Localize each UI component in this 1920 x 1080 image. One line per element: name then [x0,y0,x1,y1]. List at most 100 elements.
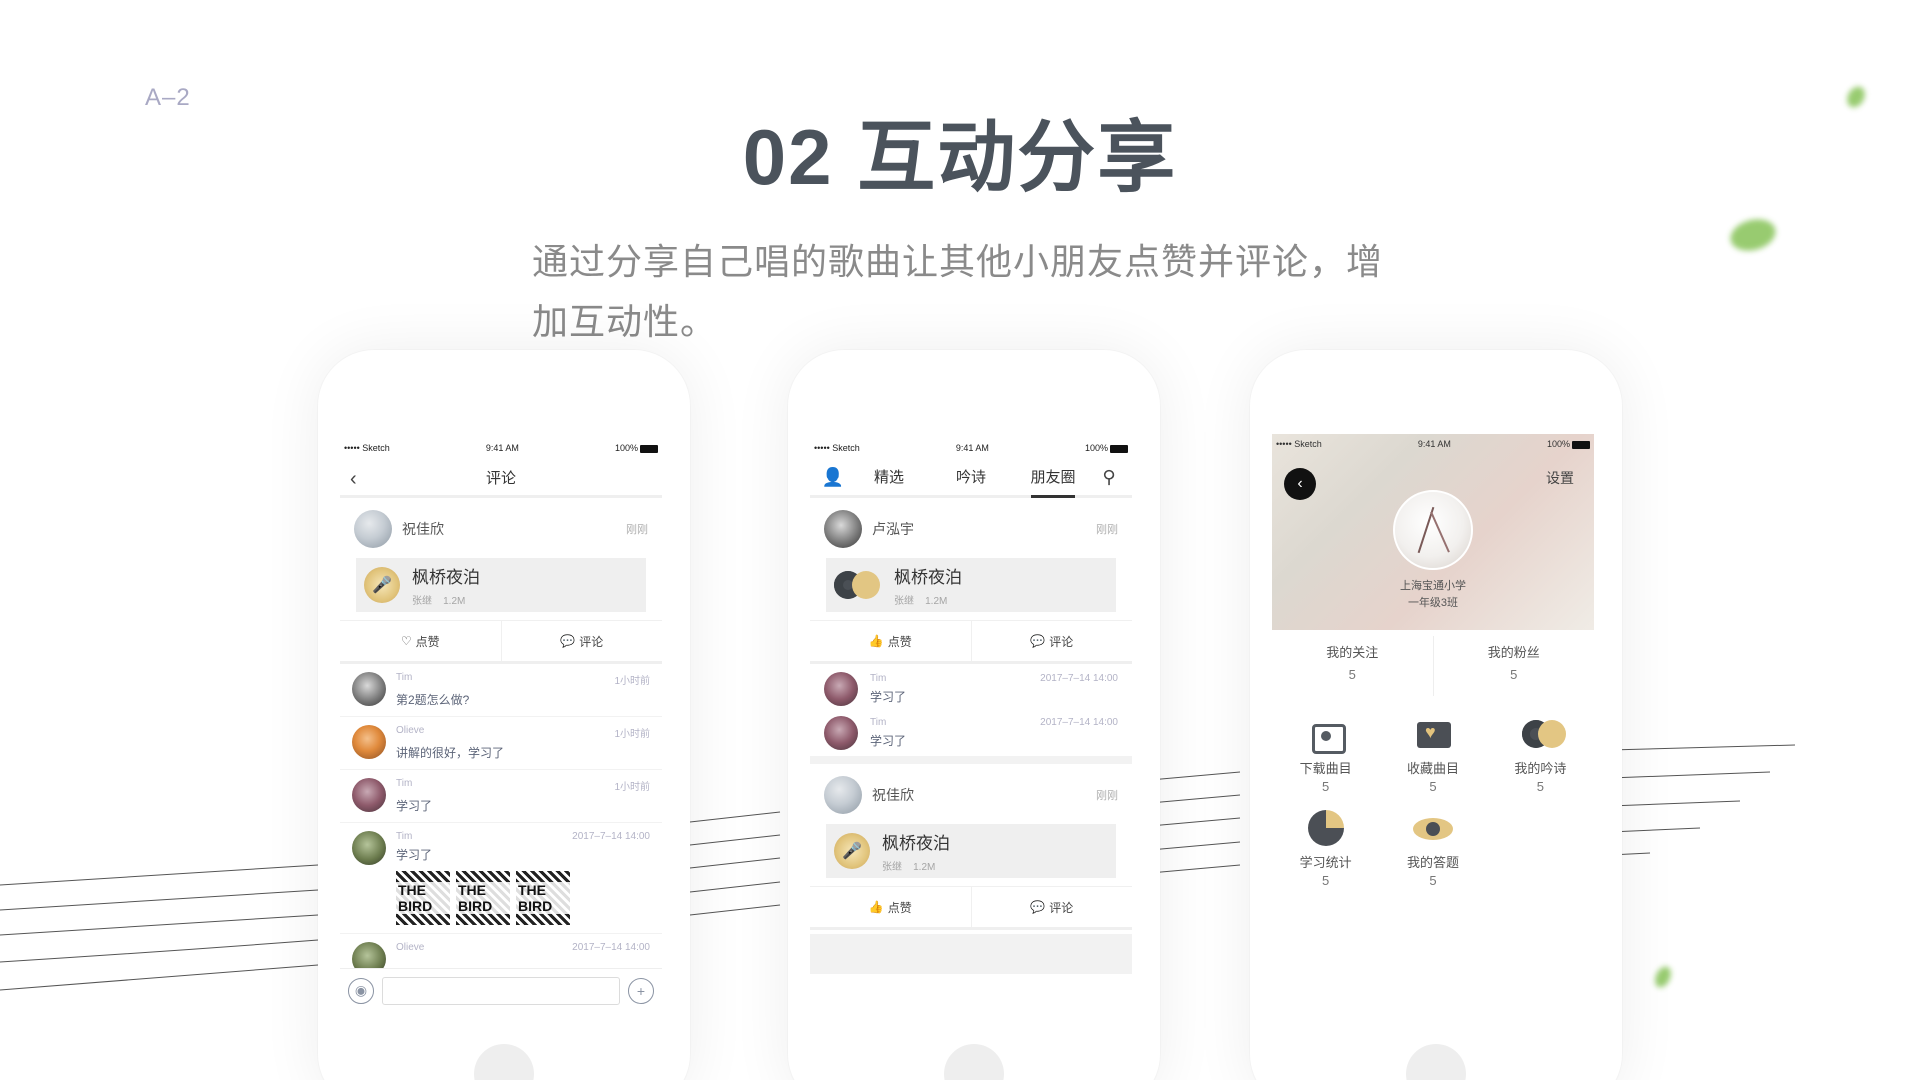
poem-disc-icon [1520,714,1567,754]
comment-button[interactable]: 💬 评论 [970,887,1133,927]
comment-item[interactable]: Tim 2017–7–14 14:00 学习了 [810,708,1132,752]
profile-header: ••••• Sketch 9:41 AM 100% ‹ 设置 上海宝通小学 一年… [1272,434,1594,630]
time-label: 9:41 AM [485,443,519,453]
my-answers-item[interactable]: 我的答题 5 [1379,808,1486,888]
post-user-name[interactable]: 祝佳欣 [872,785,1096,805]
comment-input-bar: ◉ + [340,968,662,1012]
profile-menu-grid: 下载曲目 5 收藏曲目 5 我的吟诗 5 学习统计 5 我的答题 5 [1272,714,1594,888]
profile-avatar[interactable] [1393,490,1473,570]
status-bar: ••••• Sketch 9:41 AM 100% [810,436,1132,460]
my-poems-item[interactable]: 我的吟诗 5 [1487,714,1594,794]
battery-label: 100% [1547,439,1590,449]
song-card[interactable]: 🎤 枫桥夜泊 张继 1.2M [356,558,646,612]
battery-icon [1572,440,1590,449]
avatar[interactable] [824,672,858,706]
home-button [944,1044,1004,1080]
pie-stats-icon [1306,808,1346,848]
followers-stat[interactable]: 我的粉丝 5 [1432,636,1595,696]
back-chevron-icon[interactable]: ‹ [350,468,357,491]
comment-images: THE BIRD THE BIRD THE BIRD [396,871,650,925]
post-actions: 👍 点赞 💬 评论 [810,886,1132,930]
study-stats-item[interactable]: 学习统计 5 [1272,808,1379,888]
post-user-name[interactable]: 卢泓宇 [872,519,1096,539]
phone-mockup-comments: ••••• Sketch 9:41 AM 100% ‹ 评论 祝佳欣 刚刚 🎤 … [318,350,690,1080]
thumbs-up-icon: 👍 [868,634,884,648]
battery-icon [1110,444,1128,453]
plus-icon[interactable]: + [628,977,654,1004]
comment-text: 讲解的很好，学习了 [396,746,505,760]
comment-item[interactable]: Tim 2017–7–14 14:00 学习了 THE BIRD THE BIRD… [340,823,662,934]
post-actions: ♡ 点赞 💬 评论 [340,620,662,664]
heart-icon: ♡ [400,634,412,648]
download-tracks-item[interactable]: 下载曲目 5 [1272,714,1379,794]
phone-mockup-feed: ••••• Sketch 9:41 AM 100% 👤 精选 吟诗 朋友圈 ⚲ … [788,350,1160,1080]
comment-image[interactable]: THE BIRD [396,871,450,925]
avatar[interactable] [824,510,862,548]
post-time: 刚刚 [626,524,648,536]
settings-button[interactable]: 设置 [1546,468,1574,488]
song-card[interactable]: 🎤 枫桥夜泊 张继 1.2M [826,824,1116,878]
tab-moments[interactable]: 朋友圈 [1012,459,1094,498]
comment-item[interactable]: Olieve 1小时前 讲解的很好，学习了 [340,717,662,770]
page-title: 02 互动分享 [742,113,1178,201]
carrier-label: ••••• Sketch [1276,439,1322,449]
voice-icon[interactable]: ◉ [348,977,374,1004]
back-circle-icon[interactable]: ‹ [1284,468,1316,500]
comment-text: 学习了 [396,799,433,813]
comment-bubble-icon: 💬 [1030,634,1046,648]
comment-author: Tim [396,831,413,842]
profile-icon[interactable]: 👤 [818,467,848,488]
comment-image[interactable]: THE BIRD [516,871,570,925]
comment-button[interactable]: 💬 评论 [970,621,1133,661]
like-button[interactable]: 👍 点赞 [810,621,971,661]
post-header: 卢泓宇 刚刚 [810,498,1132,554]
tab-featured[interactable]: 精选 [848,459,930,497]
avatar[interactable] [824,716,858,750]
tab-poems[interactable]: 吟诗 [930,459,1012,497]
like-button[interactable]: ♡ 点赞 [340,621,501,661]
song-card[interactable]: 枫桥夜泊 张继 1.2M [826,558,1116,612]
phone-mockup-profile: ••••• Sketch 9:41 AM 100% ‹ 设置 上海宝通小学 一年… [1250,350,1622,1080]
time-label: 9:41 AM [1417,439,1451,449]
post-time: 刚刚 [1096,790,1118,802]
comment-image[interactable]: THE BIRD [456,871,510,925]
class-name: 一年级3班 [1407,597,1459,609]
post-actions: 👍 点赞 💬 评论 [810,620,1132,664]
section-divider [810,756,1132,764]
microphone-icon: 🎤 [364,567,400,603]
comment-text: 学习了 [870,734,907,748]
avatar[interactable] [352,672,386,706]
search-icon[interactable]: ⚲ [1094,467,1124,488]
comment-time: 2017–7–14 14:00 [572,831,650,842]
school-name: 上海宝通小学 [1400,580,1466,592]
comment-item[interactable]: Tim 1小时前 学习了 [340,770,662,823]
comment-item[interactable]: Tim 2017–7–14 14:00 学习了 [810,664,1132,708]
post-user-name[interactable]: 祝佳欣 [402,519,626,539]
comment-author: Tim [870,717,887,728]
comment-button[interactable]: 💬 评论 [500,621,663,661]
feed-screen: ••••• Sketch 9:41 AM 100% 👤 精选 吟诗 朋友圈 ⚲ … [810,436,1132,1012]
comment-author: Tim [396,778,413,789]
comment-time: 1小时前 [614,782,650,793]
comment-time: 2017–7–14 14:00 [1040,717,1118,728]
nav-bar: ‹ 评论 [340,460,662,498]
avatar[interactable] [352,725,386,759]
following-stat[interactable]: 我的关注 5 [1272,636,1433,696]
carrier-label: ••••• Sketch [344,443,390,453]
favorite-tracks-item[interactable]: 收藏曲目 5 [1379,714,1486,794]
avatar[interactable] [352,831,386,865]
avatar[interactable] [352,778,386,812]
nav-title: 评论 [485,470,516,487]
like-button[interactable]: 👍 点赞 [810,887,971,927]
avatar[interactable] [824,776,862,814]
time-label: 9:41 AM [955,443,989,453]
comment-item[interactable]: Tim 1小时前 第2题怎么做? [340,664,662,717]
comment-text: 第2题怎么做? [396,693,470,707]
comment-input[interactable] [382,976,620,1005]
download-disc-icon [1306,714,1346,754]
status-bar: ••••• Sketch 9:41 AM 100% [340,436,662,460]
comment-text: 学习了 [870,690,907,704]
feed-tabs: 👤 精选 吟诗 朋友圈 ⚲ [810,460,1132,498]
comment-author: Olieve [396,725,425,736]
avatar[interactable] [354,510,392,548]
